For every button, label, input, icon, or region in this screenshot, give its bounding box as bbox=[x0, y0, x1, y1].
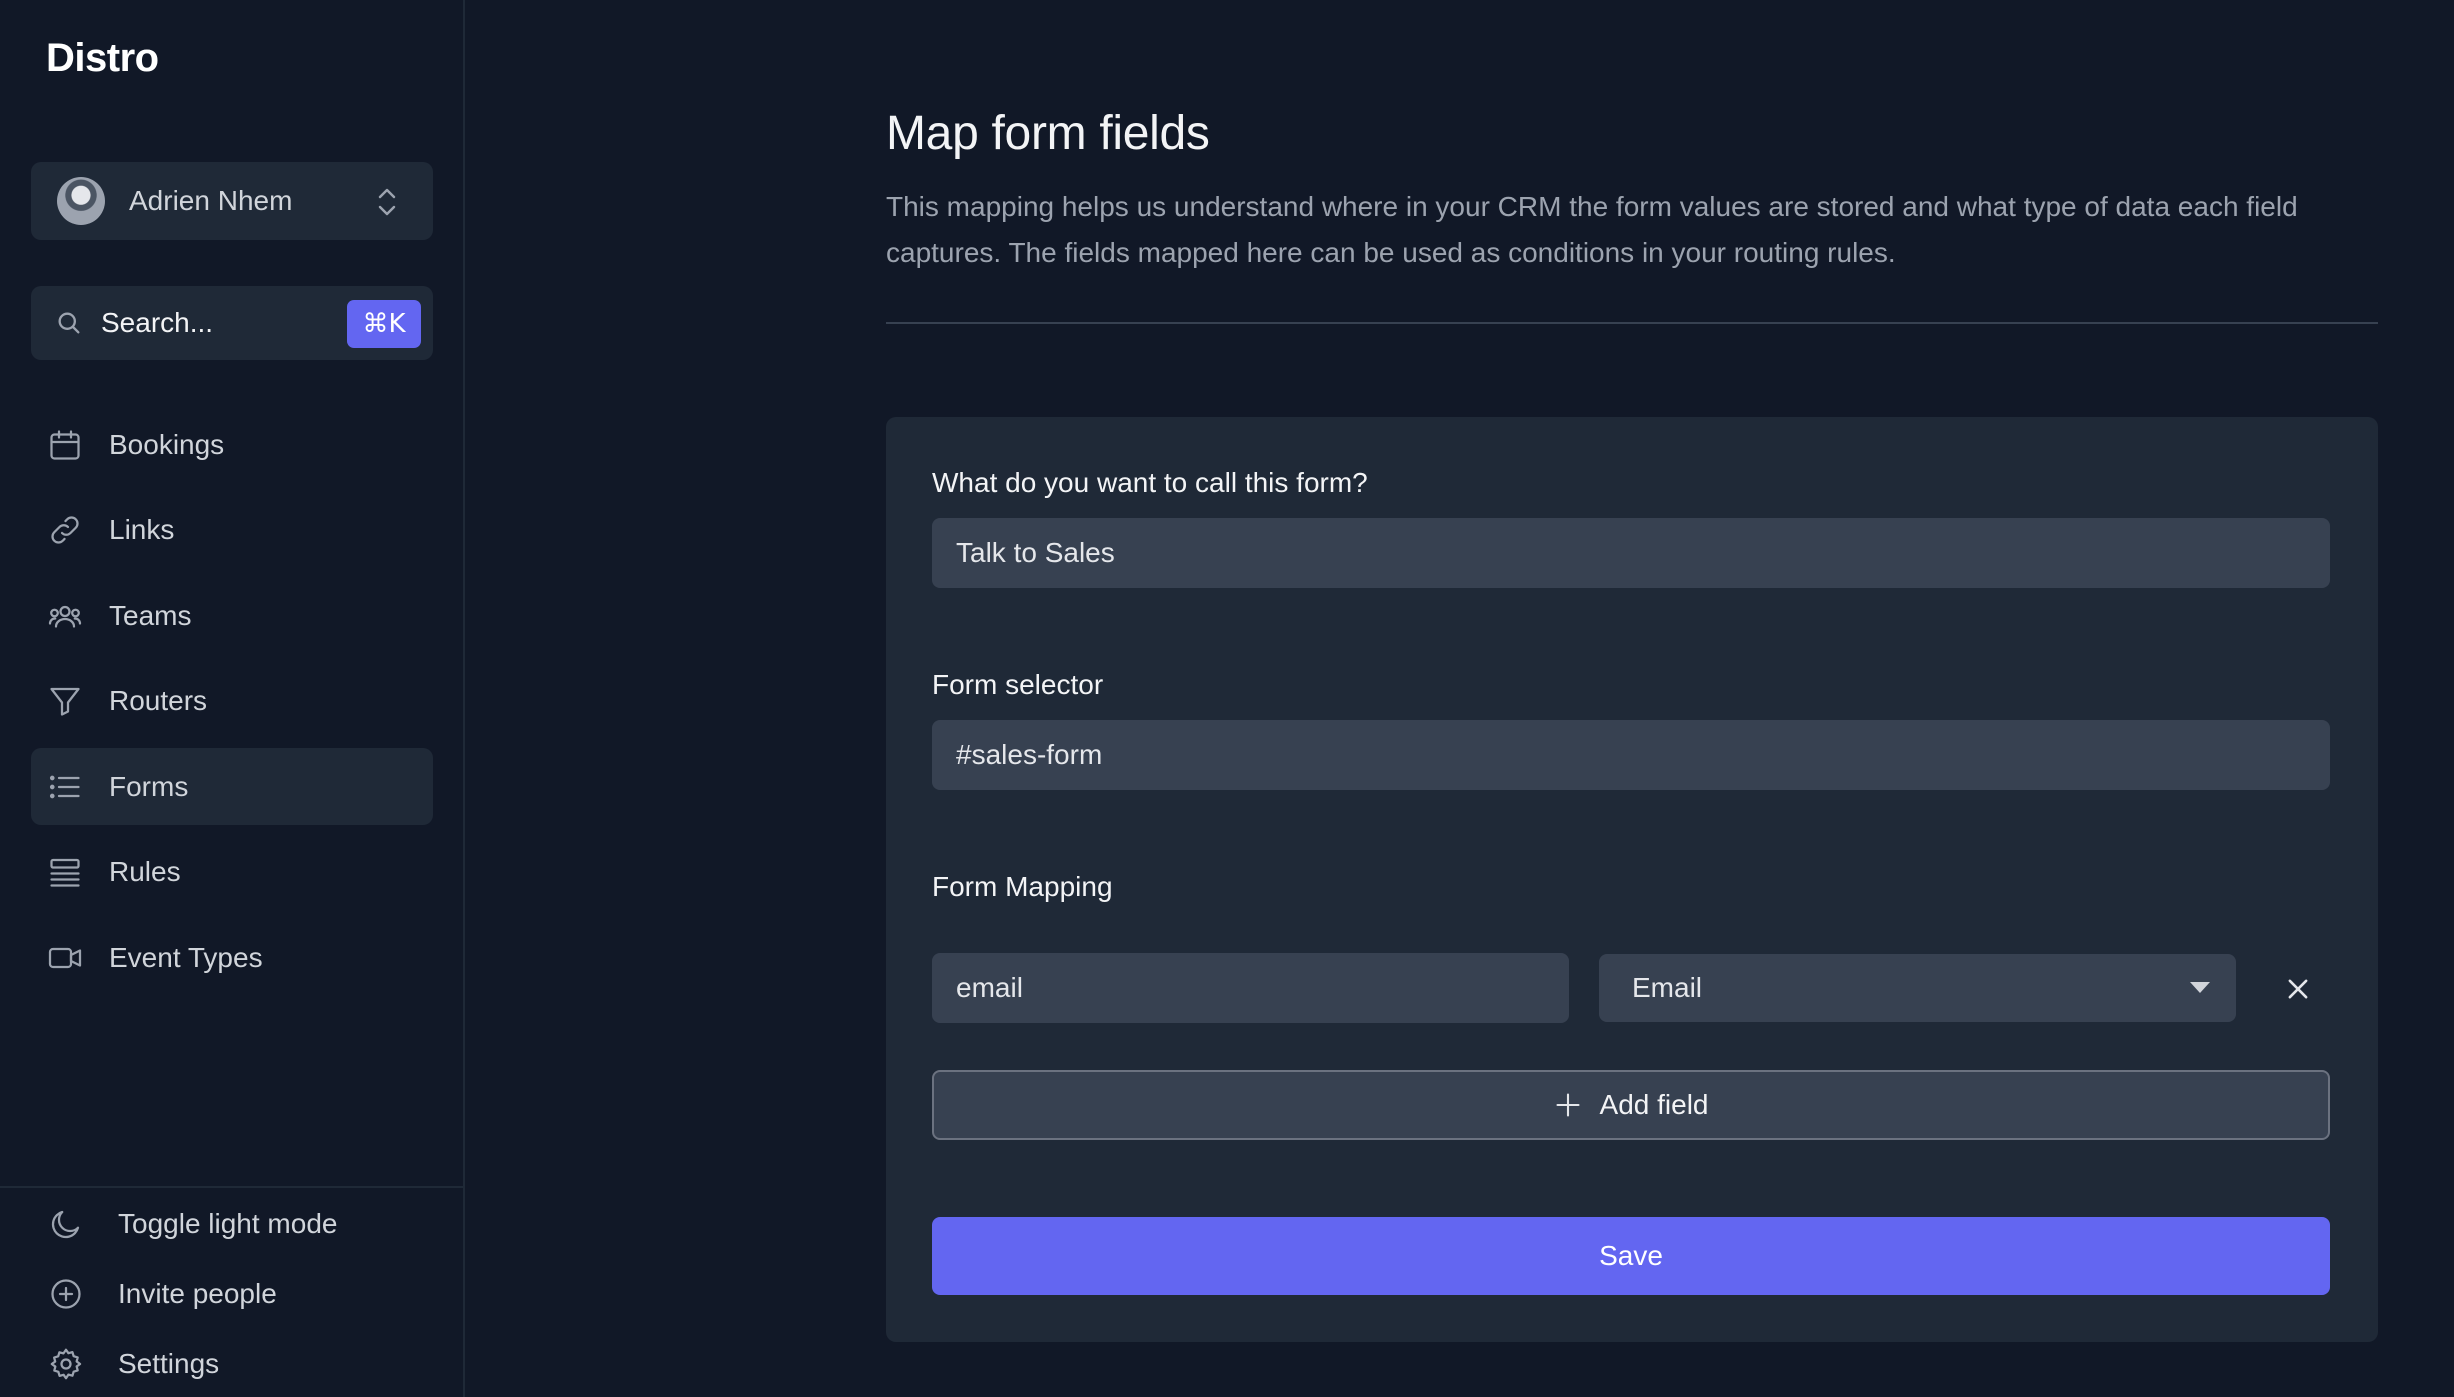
form-name-field[interactable]: Talk to Sales bbox=[932, 518, 2330, 588]
sidebar-item-label: Forms bbox=[109, 770, 189, 802]
settings-button[interactable]: Settings bbox=[48, 1342, 219, 1386]
toggle-theme-button[interactable]: Toggle light mode bbox=[48, 1202, 337, 1246]
sidebar-item-bookings[interactable]: Bookings bbox=[31, 406, 433, 483]
chevron-up-down-icon bbox=[378, 188, 396, 216]
users-icon bbox=[48, 605, 82, 628]
add-field-label: Add field bbox=[1599, 1089, 1709, 1120]
user-switcher[interactable]: Adrien Nhem bbox=[31, 162, 433, 240]
sidebar-item-label: Bookings bbox=[109, 428, 225, 460]
settings-label: Settings bbox=[118, 1348, 220, 1379]
form-selector-label: Form selector bbox=[932, 669, 1104, 700]
sidebar-item-label: Routers bbox=[109, 685, 208, 716]
user-name: Adrien Nhem bbox=[129, 185, 293, 216]
moon-icon bbox=[51, 1210, 80, 1239]
filter-icon bbox=[50, 687, 80, 716]
page-description: This mapping helps us understand where i… bbox=[886, 191, 2298, 268]
search-placeholder: Search... bbox=[101, 307, 214, 338]
sidebar-item-rules[interactable]: Rules bbox=[31, 834, 433, 911]
invite-people-label: Invite people bbox=[118, 1278, 277, 1309]
avatar bbox=[57, 177, 105, 225]
mapping-key-field[interactable]: email bbox=[932, 953, 1569, 1023]
video-camera-icon bbox=[48, 947, 82, 968]
plus-circle-icon bbox=[51, 1279, 81, 1309]
app-logo[interactable]: Distro bbox=[46, 36, 159, 81]
sidebar-item-label: Rules bbox=[109, 856, 181, 887]
sidebar-item-label: Links bbox=[109, 514, 175, 545]
sidebar-item-routers[interactable]: Routers bbox=[31, 663, 433, 740]
sidebar-item-label: Teams bbox=[109, 599, 192, 631]
plus-icon bbox=[1555, 1093, 1580, 1117]
add-field-button[interactable]: Add field bbox=[932, 1070, 2330, 1140]
search-shortcut-badge: ⌘K bbox=[347, 300, 421, 348]
form-selector-field[interactable]: #sales-form bbox=[932, 720, 2330, 790]
list-icon bbox=[49, 775, 80, 798]
sidebar: Distro Adrien Nhem Search... ⌘K Bookings… bbox=[0, 0, 465, 1397]
save-button[interactable]: Save bbox=[932, 1217, 2330, 1295]
search-icon bbox=[58, 312, 80, 334]
mapping-type-select[interactable]: Email bbox=[1599, 954, 2236, 1022]
page-title: Map form fields bbox=[886, 107, 1210, 160]
link-icon bbox=[51, 516, 79, 544]
sidebar-footer: Toggle light mode Invite people Settings bbox=[0, 1186, 463, 1397]
search-input[interactable]: Search... ⌘K bbox=[31, 286, 433, 360]
app-root: Distro Adrien Nhem Search... ⌘K Bookings… bbox=[0, 0, 2454, 1397]
form-card: What do you want to call this form? Talk… bbox=[886, 417, 2378, 1342]
divider bbox=[886, 322, 2378, 324]
invite-people-button[interactable]: Invite people bbox=[48, 1272, 277, 1316]
sidebar-item-label: Event Types bbox=[109, 941, 263, 973]
form-name-label: What do you want to call this form? bbox=[932, 467, 1368, 498]
main-nav: Bookings Links Teams Routers Forms Rules… bbox=[31, 406, 433, 1005]
mapping-type-value: Email bbox=[1632, 972, 1703, 1003]
sidebar-item-forms[interactable]: Forms bbox=[31, 748, 433, 825]
close-icon[interactable] bbox=[2284, 975, 2312, 1003]
caret-down-icon bbox=[2190, 982, 2210, 993]
gear-icon bbox=[50, 1348, 82, 1380]
toggle-theme-label: Toggle light mode bbox=[118, 1208, 338, 1239]
sidebar-item-event-types[interactable]: Event Types bbox=[31, 919, 433, 996]
form-mapping-label: Form Mapping bbox=[932, 871, 1113, 902]
calendar-icon bbox=[50, 429, 80, 460]
sidebar-item-links[interactable]: Links bbox=[31, 492, 433, 569]
queue-list-icon bbox=[50, 858, 80, 887]
sidebar-item-teams[interactable]: Teams bbox=[31, 577, 433, 654]
